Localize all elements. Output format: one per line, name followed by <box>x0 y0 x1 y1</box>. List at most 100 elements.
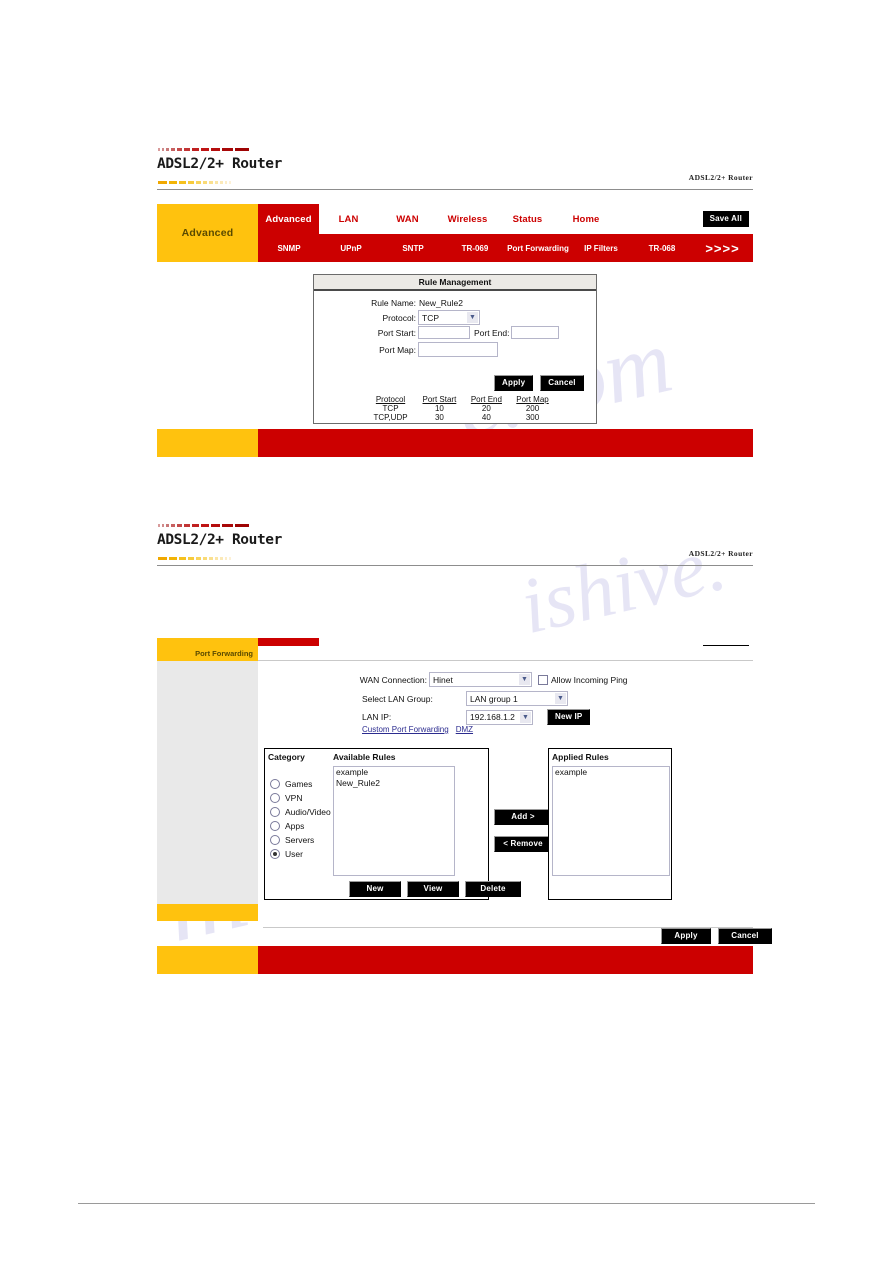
subtab-upnp-label: UPnP <box>340 243 362 253</box>
table-header-row: Protocol Port Start Port End Port Map <box>366 395 556 404</box>
brand-logo: ADSL2/2+ Router ADSL2/2+ Router <box>157 521 753 569</box>
available-rules-listbox[interactable]: example New_Rule2 <box>333 766 455 876</box>
rule-management-title-bar: Rule Management <box>314 275 596 291</box>
subtab-tr069[interactable]: TR-069 <box>444 234 506 262</box>
logo-dash-top <box>158 523 258 527</box>
subtab-sntp-label: SNTP <box>402 243 424 253</box>
view-rule-button[interactable]: View <box>407 881 459 897</box>
category-label: Category <box>268 752 305 762</box>
rule-management-body: Rule Name: New_Rule2 Protocol: TCP ▼ Por… <box>314 291 596 423</box>
applied-rules-panel: Applied Rules example <box>548 748 672 900</box>
tab-advanced[interactable]: Advanced <box>258 204 319 234</box>
subtab-more-arrows-label: >>>> <box>705 240 740 256</box>
rule-apply-button[interactable]: Apply <box>494 375 534 391</box>
header-divider <box>157 189 753 190</box>
category-option-games[interactable]: Games <box>270 779 331 789</box>
tab-home[interactable]: Home <box>557 204 615 234</box>
subtab-tr068[interactable]: TR-068 <box>632 234 692 262</box>
protocol-select[interactable]: TCP ▼ <box>418 310 480 325</box>
tab-status[interactable]: Status <box>498 204 557 234</box>
new-rule-button[interactable]: New <box>349 881 401 897</box>
chevron-down-icon: ▼ <box>520 711 531 723</box>
protocol-value: TCP <box>422 312 439 323</box>
port-map-label: Port Map: <box>379 344 416 355</box>
footer-yellow-strip <box>157 946 258 974</box>
tab-wireless-label: Wireless <box>447 213 488 225</box>
nav-left-advanced-box: Advanced <box>157 204 258 262</box>
rule-cancel-button[interactable]: Cancel <box>540 375 584 391</box>
delete-rule-button[interactable]: Delete <box>465 881 521 897</box>
category-label-user: User <box>285 849 303 859</box>
wan-connection-value: Hinet <box>433 674 453 685</box>
dmz-link[interactable]: DMZ <box>456 725 473 734</box>
page-action-buttons: Apply Cancel <box>661 928 772 944</box>
protocol-label: Protocol: <box>382 312 416 323</box>
allow-incoming-ping-checkbox[interactable] <box>538 674 548 685</box>
subtab-snmp[interactable]: SNMP <box>258 234 320 262</box>
wan-connection-label: WAN Connection: <box>359 674 427 685</box>
radio-icon <box>270 779 280 789</box>
port-map-input[interactable] <box>418 342 498 357</box>
port-start-label: Port Start: <box>377 327 416 338</box>
tab-wan[interactable]: WAN <box>378 204 437 234</box>
logo-dash-top <box>158 147 258 151</box>
list-item[interactable]: example <box>553 767 669 778</box>
cell-protocol: TCP,UDP <box>373 413 408 422</box>
rule-name-value: New_Rule2 <box>419 298 463 308</box>
subtab-tr068-label: TR-068 <box>648 243 676 253</box>
radio-icon <box>270 835 280 845</box>
add-rule-button[interactable]: Add > <box>494 806 552 825</box>
custom-port-forwarding-link[interactable]: Custom Port Forwarding <box>362 725 449 734</box>
category-label-vpn: VPN <box>285 793 303 803</box>
applied-rules-listbox[interactable]: example <box>552 766 670 876</box>
available-rules-label: Available Rules <box>333 752 396 762</box>
nav-left-label: Advanced <box>181 227 234 239</box>
port-start-input[interactable] <box>418 326 470 339</box>
port-end-input[interactable] <box>511 326 560 339</box>
table-row: TCP 10 20 200 <box>366 404 556 413</box>
lan-ip-select[interactable]: 192.168.1.2 ▼ <box>466 709 533 725</box>
category-option-user[interactable]: User <box>270 849 331 859</box>
page-apply-button[interactable]: Apply <box>661 928 711 944</box>
header-divider <box>157 565 753 566</box>
subtab-port-forwarding[interactable]: Port Forwarding <box>506 234 570 262</box>
page-bottom-rule <box>78 1203 815 1204</box>
rule-management-title: Rule Management <box>418 277 492 287</box>
list-item[interactable]: New_Rule2 <box>334 778 454 789</box>
category-option-apps[interactable]: Apps <box>270 821 331 831</box>
select-lan-group-select[interactable]: LAN group 1 ▼ <box>466 691 568 706</box>
category-option-servers[interactable]: Servers <box>270 835 331 845</box>
category-option-audio-video[interactable]: Audio/Video <box>270 807 331 817</box>
category-label-audio-video: Audio/Video <box>285 807 331 817</box>
sidebar-item-port-forwarding[interactable]: Port Forwarding <box>195 649 253 658</box>
save-all-button[interactable]: Save All <box>702 211 749 227</box>
page-cancel-button[interactable]: Cancel <box>718 928 772 944</box>
footer-red-strip <box>258 946 753 974</box>
subtab-snmp-label: SNMP <box>277 243 301 253</box>
tab-wireless[interactable]: Wireless <box>437 204 498 234</box>
add-rule-button-label: Add > <box>494 809 552 825</box>
list-item[interactable]: example <box>334 767 454 778</box>
subtab-more-arrows[interactable]: >>>> <box>692 234 753 262</box>
tab-wan-label: WAN <box>396 213 419 225</box>
subtab-ip-filters[interactable]: IP Filters <box>570 234 632 262</box>
subtab-upnp[interactable]: UPnP <box>320 234 382 262</box>
radio-icon <box>270 821 280 831</box>
nav-sub-row: SNMP UPnP SNTP TR-069 Port Forwarding IP… <box>258 234 753 262</box>
cell-protocol: TCP <box>382 404 399 413</box>
remove-rule-button[interactable]: < Remove <box>494 833 552 852</box>
section-one-header: ADSL2/2+ Router ADSL2/2+ Router <box>157 145 753 193</box>
subtab-sntp[interactable]: SNTP <box>382 234 444 262</box>
sidebar-header: Port Forwarding <box>157 646 258 661</box>
wan-connection-select[interactable]: Hinet ▼ <box>429 672 532 687</box>
port-forwarding-main: WAN Connection: Hinet ▼ Allow Incoming P… <box>258 646 753 925</box>
radio-icon <box>270 807 280 817</box>
category-option-vpn[interactable]: VPN <box>270 793 331 803</box>
main-nav-section-one: Advanced Advanced LAN WAN Wireless Statu… <box>157 204 753 262</box>
chevron-down-icon: ▼ <box>555 693 566 704</box>
tab-lan[interactable]: LAN <box>319 204 378 234</box>
new-ip-button[interactable]: New IP <box>547 709 591 725</box>
port-end-label: Port End: <box>474 327 510 338</box>
category-label-apps: Apps <box>285 821 305 831</box>
tab-home-label: Home <box>572 213 600 225</box>
